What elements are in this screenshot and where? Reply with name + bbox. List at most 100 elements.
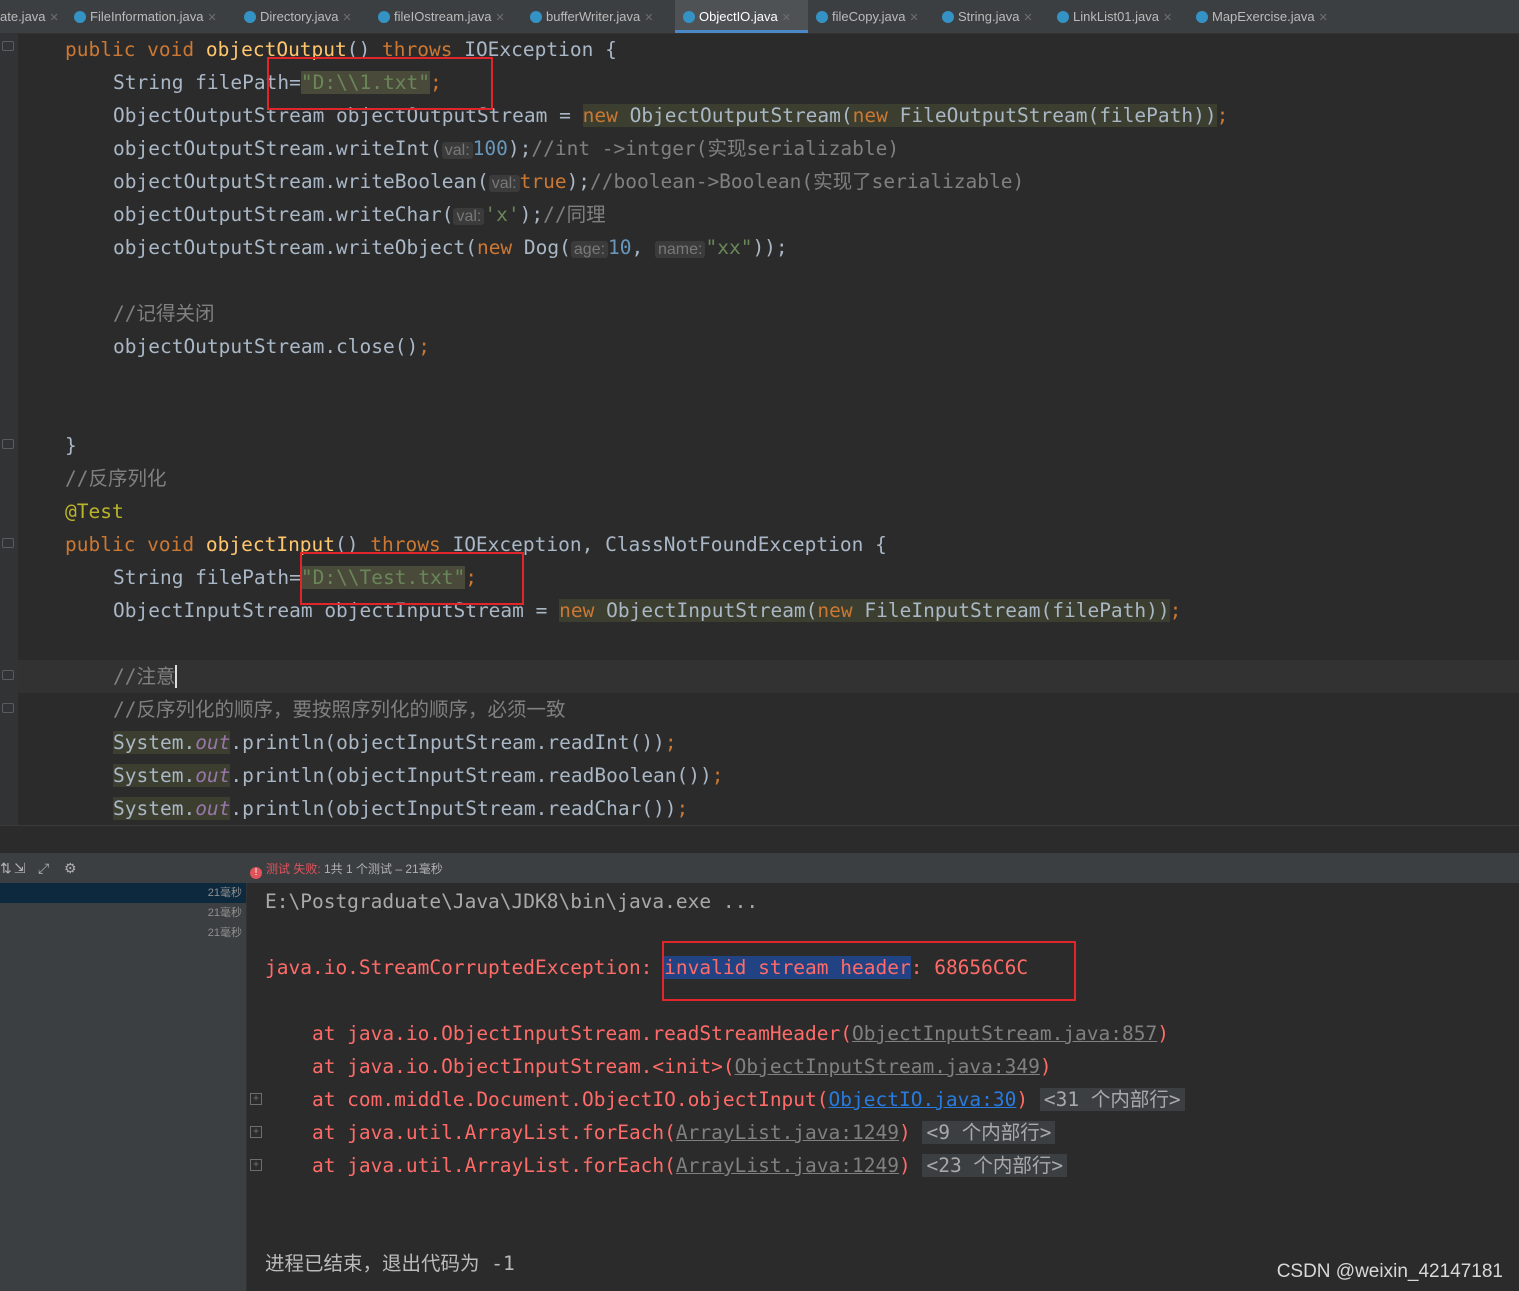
java-class-icon — [74, 11, 86, 23]
tab-filecopy[interactable]: fileCopy.java ✕ — [816, 0, 919, 33]
expand-icon[interactable]: + — [250, 1126, 262, 1138]
parameter-hint: val: — [453, 208, 485, 225]
java-class-icon — [942, 11, 954, 23]
tab-label: MapExercise.java — [1212, 9, 1315, 24]
parameter-hint: val: — [488, 175, 520, 192]
code-line: //注意 — [113, 665, 178, 688]
test-status: ! 测试 失败: 1共 1 个测试 – 21毫秒 — [250, 860, 443, 879]
expand-icon[interactable]: ⤢ — [38, 860, 49, 877]
close-icon[interactable]: ✕ — [644, 12, 653, 24]
fold-icon[interactable] — [2, 538, 14, 548]
test-tree: 21毫秒 21毫秒 21毫秒 — [0, 883, 247, 1291]
fold-icon[interactable] — [2, 41, 14, 51]
close-icon[interactable]: ✕ — [1319, 12, 1328, 24]
gear-icon[interactable]: ⚙ — [64, 860, 77, 877]
test-duration[interactable]: 21毫秒 — [208, 923, 242, 943]
code-editor[interactable]: public void objectOutput() throws IOExce… — [18, 33, 1519, 825]
sort-icon[interactable]: ⇅ — [0, 860, 12, 877]
fold-icon[interactable] — [2, 670, 14, 680]
annotation-box — [300, 552, 524, 605]
tab-objectio[interactable]: ObjectIO.java ✕ — [675, 0, 808, 33]
java-class-icon — [683, 11, 695, 23]
java-class-icon — [244, 11, 256, 23]
test-duration[interactable]: 21毫秒 — [208, 883, 242, 903]
code-line: objectOutputStream.writeObject(new Dog(a… — [113, 236, 788, 259]
tab-bufferwriter[interactable]: bufferWriter.java ✕ — [530, 0, 653, 33]
stack-trace-line: at com.middle.Document.ObjectIO.objectIn… — [265, 1083, 1185, 1116]
annotation-box — [662, 941, 1076, 1001]
tab-ate[interactable]: ate.java ✕ — [0, 0, 59, 33]
code-line: objectOutputStream.close(); — [113, 335, 430, 358]
console-line: E:\Postgraduate\Java\JDK8\bin\java.exe .… — [265, 890, 759, 913]
horizontal-scrollbar[interactable] — [0, 825, 1519, 854]
code-line: System.out.println(objectInputStream.rea… — [113, 797, 689, 820]
close-icon[interactable]: ✕ — [782, 12, 791, 24]
current-line-highlight — [18, 660, 1519, 693]
code-line: objectOutputStream.writeInt(val: 100);//i… — [113, 137, 900, 160]
stack-trace-line: at java.io.ObjectInputStream.<init>(Obje… — [265, 1055, 1052, 1078]
code-line: } — [65, 434, 77, 457]
tab-label: LinkList01.java — [1073, 9, 1159, 24]
tab-mapexercise[interactable]: MapExercise.java ✕ — [1196, 0, 1328, 33]
tab-label: Directory.java — [260, 9, 339, 24]
folded-lines[interactable]: <31 个内部行> — [1039, 1088, 1185, 1111]
java-class-icon — [378, 11, 390, 23]
console-output[interactable]: E:\Postgraduate\Java\JDK8\bin\java.exe .… — [247, 883, 1519, 1291]
code-line: ObjectInputStream objectInputStream = ne… — [113, 599, 1182, 622]
stack-trace-line: at java.util.ArrayList.forEach(ArrayList… — [265, 1149, 1068, 1182]
stack-trace-line: at java.io.ObjectInputStream.readStreamH… — [265, 1022, 1169, 1045]
code-line: //反序列化 — [65, 467, 167, 490]
code-line: @Test — [65, 500, 124, 523]
tab-label: FileInformation.java — [90, 9, 204, 24]
fold-icon[interactable] — [2, 703, 14, 713]
tab-fileinformation[interactable]: FileInformation.java ✕ — [74, 0, 217, 33]
code-line: objectOutputStream.writeBoolean(val: true… — [113, 170, 1025, 193]
close-icon[interactable]: ✕ — [1163, 12, 1172, 24]
expand-icon[interactable]: + — [250, 1093, 262, 1105]
tab-label: fileIOstream.java — [394, 9, 492, 24]
parameter-hint: val: — [441, 142, 473, 159]
tab-label: String.java — [958, 9, 1020, 24]
java-class-icon — [1196, 11, 1208, 23]
tab-directory[interactable]: Directory.java ✕ — [244, 0, 352, 33]
close-icon[interactable]: ✕ — [343, 12, 352, 24]
code-line: objectOutputStream.writeChar(val:'x');//… — [113, 203, 606, 226]
tab-string[interactable]: String.java ✕ — [942, 0, 1033, 33]
source-link[interactable]: ArrayList.java:1249 — [676, 1121, 899, 1144]
folded-lines[interactable]: <9 个内部行> — [922, 1121, 1056, 1144]
close-icon[interactable]: ✕ — [909, 12, 918, 24]
close-icon[interactable]: ✕ — [1023, 12, 1032, 24]
java-class-icon — [1057, 11, 1069, 23]
text-cursor — [175, 665, 178, 688]
java-class-icon — [816, 11, 828, 23]
code-line: //记得关闭 — [113, 302, 215, 325]
tab-fileiostream[interactable]: fileIOstream.java ✕ — [378, 0, 505, 33]
fold-icon[interactable] — [2, 439, 14, 449]
code-line: //反序列化的顺序，要按照序列化的顺序，必须一致 — [113, 698, 566, 721]
test-duration[interactable]: 21毫秒 — [208, 903, 242, 923]
editor-tab-bar: ate.java ✕ FileInformation.java ✕ Director… — [0, 0, 1519, 34]
folded-lines[interactable]: <23 个内部行> — [922, 1154, 1068, 1177]
console-line: 进程已结束，退出代码为 -1 — [265, 1252, 515, 1275]
error-icon: ! — [250, 867, 262, 879]
parameter-hint: age: — [570, 241, 609, 258]
close-icon[interactable]: ✕ — [207, 12, 216, 24]
source-link[interactable]: ObjectIO.java:30 — [829, 1088, 1017, 1111]
watermark: CSDN @weixin_42147181 — [1276, 1261, 1503, 1282]
tab-label: ObjectIO.java — [699, 9, 778, 24]
close-icon[interactable]: ✕ — [50, 12, 59, 24]
close-icon[interactable]: ✕ — [496, 12, 505, 24]
stack-trace-line: at java.util.ArrayList.forEach(ArrayList… — [265, 1116, 1056, 1149]
tab-linklist01[interactable]: LinkList01.java ✕ — [1057, 0, 1172, 33]
tab-label: ate.java — [0, 9, 46, 24]
run-toolbar: ⇅ ⇲ ⤢ ⚙ ! 测试 失败: 1共 1 个测试 – 21毫秒 — [0, 853, 1519, 883]
source-link[interactable]: ObjectInputStream.java:349 — [735, 1055, 1040, 1078]
code-line: System.out.println(objectInputStream.rea… — [113, 764, 724, 787]
parameter-hint: name: — [655, 241, 706, 258]
expand-icon[interactable]: + — [250, 1159, 262, 1171]
collapse-icon[interactable]: ⇲ — [14, 860, 26, 877]
source-link[interactable]: ArrayList.java:1249 — [676, 1154, 899, 1177]
source-link[interactable]: ObjectInputStream.java:857 — [852, 1022, 1157, 1045]
java-class-icon — [530, 11, 542, 23]
editor-gutter — [0, 33, 18, 825]
